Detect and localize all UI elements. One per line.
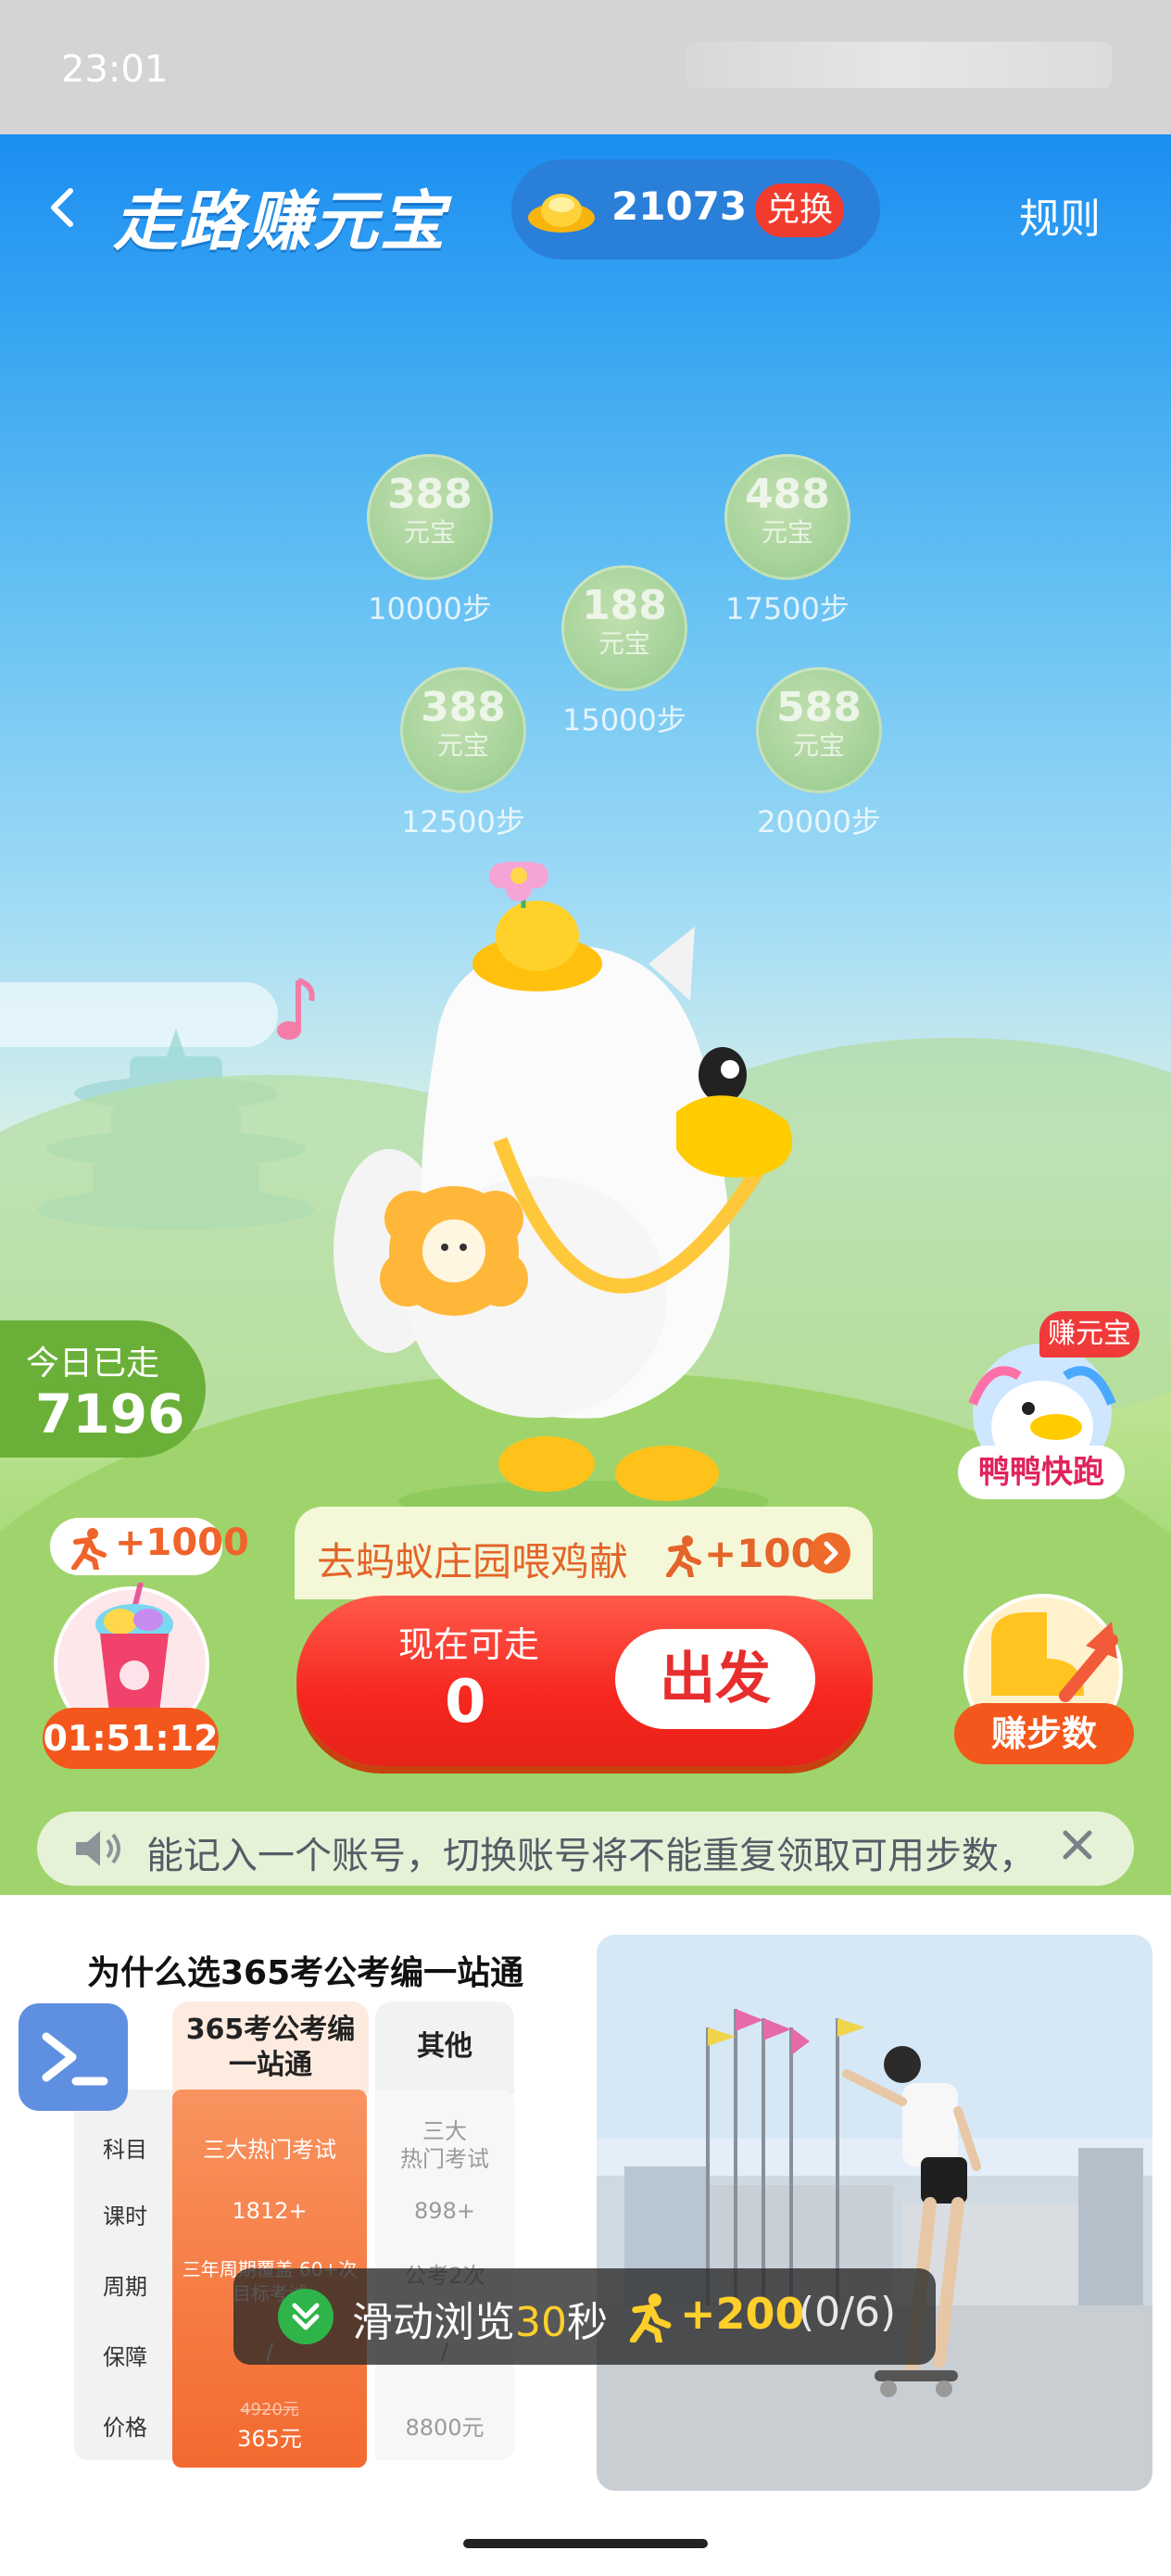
row-label: 价格: [103, 2415, 147, 2441]
bubble-amount: 488: [745, 471, 830, 518]
page-title: 走路赚元宝: [113, 183, 447, 259]
speaker-icon: [76, 1831, 120, 1866]
bubble-unit: 元宝: [761, 517, 813, 548]
back-arrow-icon[interactable]: [44, 185, 82, 230]
brand-head-line: 365考公考编: [185, 2014, 356, 2046]
bubble-amount: 388: [387, 471, 472, 518]
go-button[interactable]: 出发: [615, 1629, 815, 1729]
bubble-unit: 元宝: [792, 730, 845, 761]
toast-text: 滑动浏览30秒: [352, 2289, 608, 2348]
double-chevron-down-icon: [278, 2289, 334, 2344]
bubble-amount: 388: [421, 684, 506, 731]
duck-run-label[interactable]: 鸭鸭快跑: [958, 1446, 1125, 1499]
bubble-unit: 元宝: [598, 628, 650, 659]
row-label: 科目: [103, 2137, 147, 2163]
bubble-steps: 17500步: [725, 591, 850, 626]
countdown-timer: 01:51:12: [43, 1708, 219, 1769]
terminal-icon[interactable]: [19, 2003, 128, 2111]
compare-other-header: 其他: [375, 2001, 514, 2094]
chevron-right-icon[interactable]: [810, 1533, 850, 1573]
music-note-icon: [277, 978, 315, 1040]
bubble-unit: 元宝: [436, 730, 489, 761]
brand-old-price: 4920元: [240, 2400, 299, 2419]
toast-prefix: 滑动浏览: [352, 2299, 515, 2346]
brand-price: 365元: [237, 2426, 302, 2452]
brand-value: 三大热门考试: [203, 2137, 336, 2163]
can-walk-value: 0: [445, 1668, 486, 1736]
close-icon[interactable]: [1054, 1822, 1101, 1868]
earn-steps-button[interactable]: 赚步数: [954, 1703, 1134, 1764]
status-time: 23:01: [61, 48, 169, 91]
toast-progress: (0/6): [799, 2289, 897, 2336]
bubble-steps: 20000步: [757, 804, 881, 840]
bubble-steps: 12500步: [401, 804, 525, 840]
bubble-unit: 元宝: [403, 517, 456, 548]
task-text: 去蚂蚁庄园喂鸡献: [317, 1539, 629, 1585]
bubble-steps: 10000步: [368, 591, 492, 626]
row-label: 课时: [103, 2203, 147, 2229]
other-value: 热门考试: [400, 2146, 489, 2172]
notice-text: 能记入一个账号，切换账号将不能重复领取可用步数，: [146, 1835, 1036, 1877]
other-value: 8800元: [405, 2415, 485, 2441]
compare-brand-header: 365考公考编 一站通: [172, 2001, 369, 2094]
reward-bubble[interactable]: 588 元宝: [756, 667, 882, 793]
duck-run-badge: 赚元宝: [1039, 1311, 1140, 1357]
can-walk-label: 现在可走: [398, 1624, 540, 1665]
bubble-amount: 188: [582, 582, 667, 629]
rules-link[interactable]: 规则: [1019, 185, 1101, 245]
coin-count: 21073: [611, 183, 748, 229]
duck-mascot[interactable]: [324, 862, 843, 1529]
today-steps-label: 今日已走: [26, 1345, 160, 1383]
row-label: 周期: [103, 2274, 147, 2300]
reward-bubble[interactable]: 488 元宝: [724, 454, 850, 580]
exchange-button[interactable]: 兑换: [755, 183, 844, 237]
skateboard-video-thumbnail[interactable]: [597, 1935, 1152, 2491]
toast-reward: +200: [680, 2289, 805, 2339]
bonus-steps-value: +1000: [115, 1522, 249, 1564]
runner-icon: [666, 1535, 701, 1577]
brand-value: 1812+: [232, 2198, 308, 2224]
toast-seconds: 30: [515, 2299, 567, 2346]
brand-head-line: 一站通: [229, 2049, 312, 2081]
ad-title[interactable]: 为什么选365考公考编一站通: [87, 1946, 523, 1994]
status-icons-blurred: [686, 42, 1112, 88]
bubble-steps: 15000步: [562, 702, 686, 738]
task-reward: +100: [704, 1531, 818, 1576]
reward-bubble[interactable]: 188 元宝: [561, 565, 687, 691]
toast-suffix: 秒: [567, 2299, 608, 2346]
reward-bubble[interactable]: 388 元宝: [367, 454, 493, 580]
bubble-amount: 588: [776, 684, 862, 731]
runner-icon: [629, 2293, 672, 2342]
reward-bubble[interactable]: 388 元宝: [400, 667, 526, 793]
gold-ingot-icon: [528, 194, 595, 233]
other-head: 其他: [417, 2030, 472, 2063]
row-label: 保障: [103, 2344, 147, 2370]
other-value: 898+: [414, 2198, 475, 2224]
today-steps-value: 7196: [35, 1383, 185, 1446]
home-indicator[interactable]: [463, 2539, 708, 2548]
shoe-arrow-icon: [991, 1612, 1118, 1702]
drink-cup-icon: [95, 1583, 173, 1712]
runner-icon: [71, 1528, 107, 1570]
